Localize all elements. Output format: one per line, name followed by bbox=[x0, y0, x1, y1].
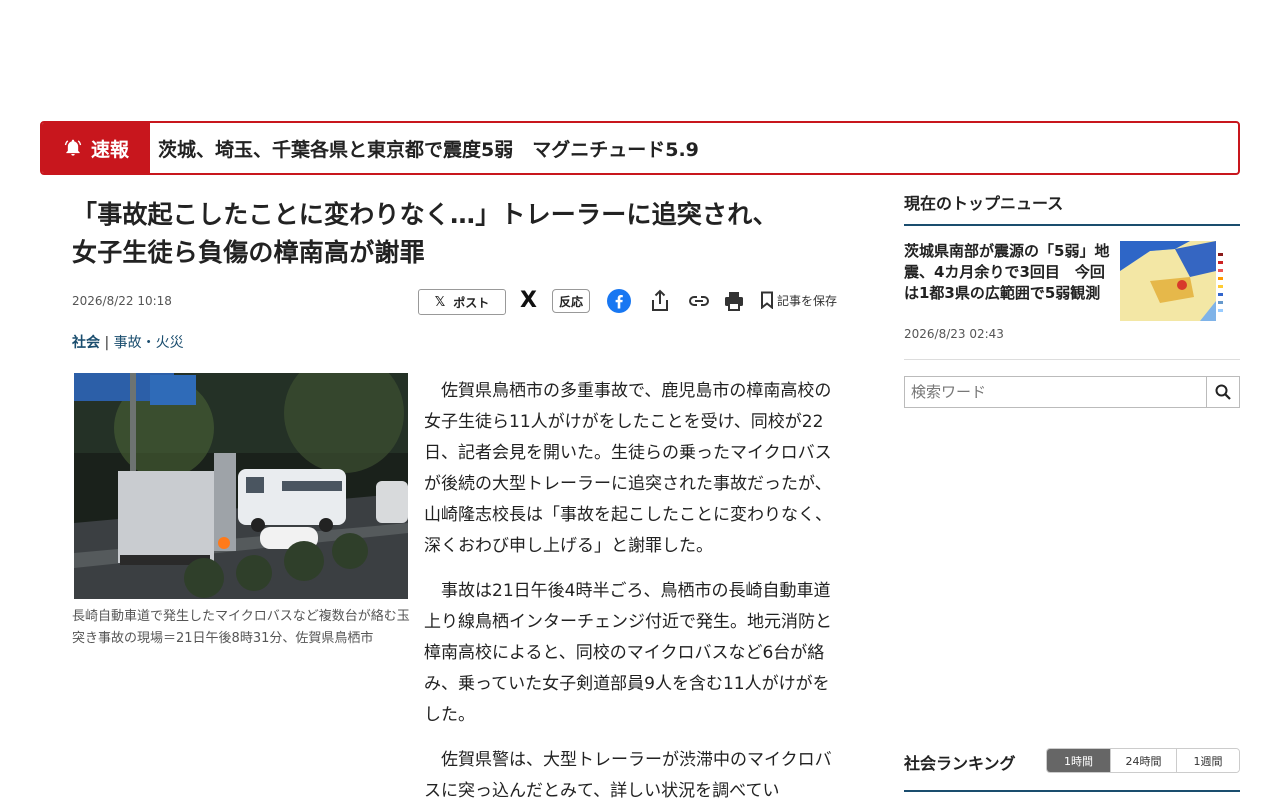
top-news-thumbnail[interactable] bbox=[1120, 241, 1240, 321]
ranking-heading: 社会ランキング bbox=[904, 754, 1016, 773]
x-logo-icon: 𝕏 bbox=[434, 294, 446, 310]
headline-line-1: 「事故起こしたことに変わりなく…」トレーラーに追突され、 bbox=[72, 200, 778, 229]
search-form bbox=[904, 376, 1240, 408]
breaking-news-bar[interactable]: 速報 茨城、埼玉、千葉各県と東京都で震度5弱 マグニチュード5.9 bbox=[40, 121, 1240, 175]
bookmark-icon bbox=[761, 291, 773, 309]
sidebar: 現在のトップニュース 茨城県南部が震源の「5弱」地震、4カ月余りで3回目 今回は… bbox=[904, 190, 1240, 408]
top-news-heading: 現在のトップニュース bbox=[904, 190, 1240, 226]
breaking-label: 速報 bbox=[90, 138, 129, 161]
photo-caption: 長崎自動車道で発生したマイクロバスなど複数台が絡む玉突き事故の現場＝21日午後8… bbox=[72, 609, 410, 646]
breaking-news-tag: 速報 bbox=[42, 123, 150, 173]
ranking-section: 社会ランキング 1時間 24時間 1週間 bbox=[904, 748, 1240, 792]
category-sub-link[interactable]: 事故・火災 bbox=[114, 335, 184, 351]
x-post-button[interactable]: 𝕏 ポスト bbox=[418, 289, 506, 315]
top-news-title[interactable]: 茨城県南部が震源の「5弱」地震、4カ月余りで3回目 今回は1都3県の広範囲で5弱… bbox=[904, 241, 1112, 321]
paragraph: 佐賀県警は、大型トレーラーが渋滞中のマイクロバスに突っ込んだとみて、詳しい状況を… bbox=[424, 750, 832, 800]
tab-1-week[interactable]: 1週間 bbox=[1176, 749, 1239, 772]
tab-1-hour[interactable]: 1時間 bbox=[1047, 749, 1110, 772]
facebook-icon[interactable] bbox=[606, 288, 632, 314]
search-input[interactable] bbox=[904, 376, 1206, 408]
article-photo[interactable] bbox=[74, 373, 408, 599]
headline-line-2: 女子生徒ら負傷の樟南高が謝罪 bbox=[72, 238, 425, 267]
post-label: ポスト bbox=[453, 295, 490, 310]
breaking-news-text[interactable]: 茨城、埼玉、千葉各県と東京都で震度5弱 マグニチュード5.9 bbox=[150, 135, 699, 162]
reaction-badge[interactable]: 反応 bbox=[552, 289, 591, 313]
publish-date: 2026/8/22 10:18 bbox=[72, 294, 172, 308]
share-icon[interactable] bbox=[647, 288, 673, 314]
top-news-item[interactable]: 茨城県南部が震源の「5弱」地震、4カ月余りで3回目 今回は1都3県の広範囲で5弱… bbox=[904, 241, 1240, 321]
category-main-link[interactable]: 社会 bbox=[72, 335, 100, 351]
bell-icon bbox=[64, 139, 82, 156]
paragraph: 佐賀県鳥栖市の多重事故で、鹿児島市の樟南高校の女子生徒ら11人がけがをしたことを… bbox=[424, 381, 832, 556]
article-body: 佐賀県鳥栖市の多重事故で、鹿児島市の樟南高校の女子生徒ら11人がけがをしたことを… bbox=[424, 376, 844, 800]
article: 「事故起こしたことに変わりなく…」トレーラーに追突され、 女子生徒ら負傷の樟南高… bbox=[72, 196, 842, 800]
search-icon bbox=[1215, 384, 1231, 400]
article-meta: 2026/8/22 10:18 𝕏 ポスト X 反応 記事を保存 bbox=[72, 288, 842, 316]
ranking-tabs: 1時間 24時間 1週間 bbox=[1046, 748, 1240, 773]
search-button[interactable] bbox=[1206, 376, 1240, 408]
top-news-date: 2026/8/23 02:43 bbox=[904, 327, 1240, 360]
paragraph: 事故は21日午後4時半ごろ、鳥栖市の長崎自動車道上り線鳥栖インターチェンジ付近で… bbox=[424, 581, 832, 725]
category-breadcrumb: 社会 | 事故・火災 bbox=[72, 332, 184, 352]
save-article-button[interactable]: 記事を保存 bbox=[760, 291, 837, 309]
x-reaction-icon[interactable]: X bbox=[520, 288, 537, 313]
article-headline: 「事故起こしたことに変わりなく…」トレーラーに追突され、 女子生徒ら負傷の樟南高… bbox=[72, 196, 842, 272]
print-icon[interactable] bbox=[721, 288, 747, 314]
category-separator: | bbox=[104, 335, 110, 351]
link-icon[interactable] bbox=[686, 288, 712, 314]
save-label: 記事を保存 bbox=[777, 293, 838, 308]
tab-24-hours[interactable]: 24時間 bbox=[1110, 749, 1176, 772]
